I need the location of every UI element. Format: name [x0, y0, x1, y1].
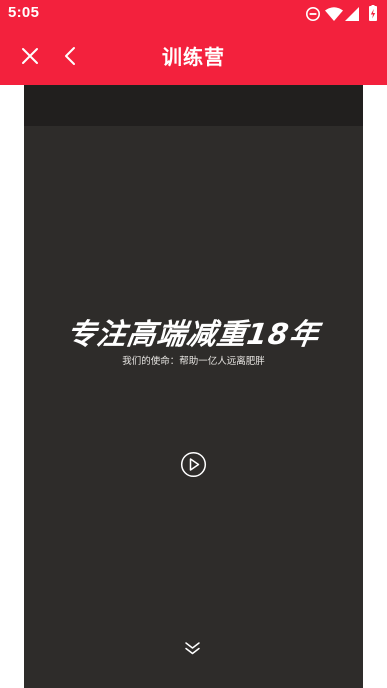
wifi-icon — [325, 7, 343, 21]
play-button[interactable] — [180, 451, 207, 478]
status-time: 5:05 — [8, 4, 40, 21]
play-circle-icon — [180, 451, 207, 478]
double-chevron-down-icon — [185, 642, 200, 655]
scroll-down-button[interactable] — [184, 640, 201, 656]
status-bar: 5:05 — [0, 0, 387, 28]
do-not-disturb-icon — [306, 7, 320, 21]
cell-signal-icon — [345, 7, 359, 21]
web-content[interactable]: 专注高端减重18年 我们的使命：帮助一亿人远离肥胖 — [24, 85, 363, 688]
battery-charging-icon — [369, 5, 377, 21]
status-icons — [305, 5, 381, 23]
app-bar: 训练营 — [0, 28, 387, 85]
headline: 专注高端减重18年 — [64, 317, 322, 351]
page-title: 训练营 — [162, 45, 225, 69]
top-band — [24, 85, 363, 126]
subheadline: 我们的使命：帮助一亿人远离肥胖 — [122, 356, 265, 367]
